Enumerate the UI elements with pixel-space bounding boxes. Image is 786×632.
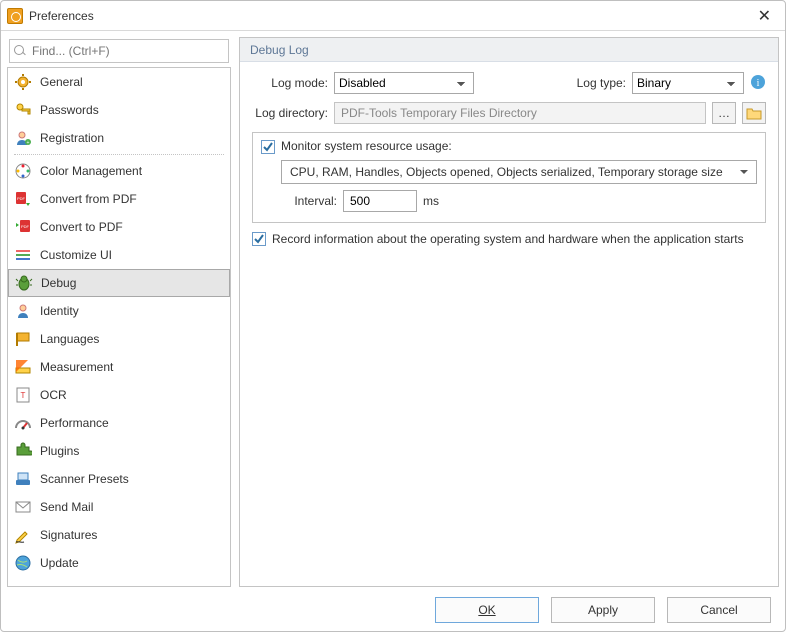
monitor-options-select[interactable]: CPU, RAM, Handles, Objects opened, Objec… [281,160,757,184]
sidebar-item-passwords[interactable]: Passwords [8,96,230,124]
sidebar-item-languages[interactable]: Languages [8,325,230,353]
monitor-group: Monitor system resource usage: CPU, RAM,… [252,132,766,223]
window-title: Preferences [29,9,752,23]
sidebar-separator [14,154,224,155]
sidebar-item-label: Scanner Presets [40,472,129,486]
sidebar-item-label: General [40,75,83,89]
open-folder-button[interactable] [742,102,766,124]
log-type-select[interactable]: Binary [632,72,744,94]
sidebar-item-label: Identity [40,304,79,318]
mail-icon [14,498,32,516]
search-icon [14,45,26,57]
svg-text:PDF: PDF [21,224,30,229]
log-directory-field: PDF-Tools Temporary Files Directory [334,102,706,124]
gear-icon [14,73,32,91]
sidebar-item-label: Passwords [40,103,99,117]
log-type-label: Log type: [577,76,626,90]
close-button[interactable]: ✕ [752,4,777,28]
interval-unit: ms [423,194,439,208]
slider-icon [14,246,32,264]
ok-button[interactable]: OK [435,597,539,623]
sidebar-item-label: OCR [40,388,67,402]
monitor-label: Monitor system resource usage: [281,139,452,153]
record-info-label: Record information about the operating s… [272,231,744,247]
sidebar-item-label: Measurement [40,360,113,374]
sidebar-item-ocr[interactable]: T OCR [8,381,230,409]
person-add-icon: + [14,129,32,147]
monitor-checkbox[interactable] [261,140,275,154]
sidebar-item-update[interactable]: Update [8,549,230,577]
sidebar-item-label: Signatures [40,528,97,542]
gauge-icon [14,414,32,432]
key-icon [14,101,32,119]
pen-icon [14,526,32,544]
record-info-checkbox[interactable] [252,232,266,246]
interval-label: Interval: [289,194,337,208]
sidebar-item-debug[interactable]: Debug [8,269,230,297]
sidebar-item-label: Performance [40,416,109,430]
sidebar-item-registration[interactable]: + Registration [8,124,230,152]
text-icon: T [14,386,32,404]
sidebar-item-label: Convert from PDF [40,192,137,206]
apply-button[interactable]: Apply [551,597,655,623]
info-icon[interactable]: i [750,74,766,93]
pdf-from-icon: PDF [14,190,32,208]
sidebar-item-label: Convert to PDF [40,220,123,234]
app-icon [7,8,23,24]
sidebar-nav: General Passwords + Registration Colo [7,67,231,587]
sidebar-item-convert-to-pdf[interactable]: PDF Convert to PDF [8,213,230,241]
sidebar-item-identity[interactable]: Identity [8,297,230,325]
svg-text:T: T [21,391,26,400]
sidebar-item-convert-from-pdf[interactable]: PDF Convert from PDF [8,185,230,213]
person-icon [14,302,32,320]
sidebar-item-label: Languages [40,332,99,346]
log-mode-select[interactable]: Disabled [334,72,474,94]
sidebar-item-label: Color Management [40,164,142,178]
svg-text:PDF: PDF [17,196,26,201]
sidebar-item-send-mail[interactable]: Send Mail [8,493,230,521]
bug-icon [15,274,33,292]
sidebar-item-label: Send Mail [40,500,93,514]
search-input[interactable] [30,43,224,59]
search-box[interactable] [9,39,229,63]
panel-title: Debug Log [240,38,778,62]
puzzle-icon [14,442,32,460]
sidebar-item-performance[interactable]: Performance [8,409,230,437]
log-mode-label: Log mode: [252,76,328,90]
sidebar-item-label: Debug [41,276,76,290]
svg-text:i: i [757,78,760,89]
flag-icon [14,330,32,348]
settings-panel: Debug Log Log mode: Disabled Log type: B… [239,37,779,587]
sidebar-item-label: Customize UI [40,248,112,262]
ruler-icon [14,358,32,376]
sidebar-item-scanner-presets[interactable]: Scanner Presets [8,465,230,493]
sidebar-item-measurement[interactable]: Measurement [8,353,230,381]
scanner-icon [14,470,32,488]
svg-text:+: + [27,140,30,146]
sidebar-item-customize-ui[interactable]: Customize UI [8,241,230,269]
sidebar-item-general[interactable]: General [8,68,230,96]
cancel-button[interactable]: Cancel [667,597,771,623]
sidebar-item-color-management[interactable]: Color Management [8,157,230,185]
sidebar-item-label: Plugins [40,444,79,458]
sidebar-item-label: Update [40,556,79,570]
palette-icon [14,162,32,180]
browse-button[interactable]: … [712,102,736,124]
globe-icon [14,554,32,572]
pdf-to-icon: PDF [14,218,32,236]
sidebar-item-signatures[interactable]: Signatures [8,521,230,549]
sidebar-item-plugins[interactable]: Plugins [8,437,230,465]
interval-input[interactable] [343,190,417,212]
sidebar-item-label: Registration [40,131,104,145]
log-directory-label: Log directory: [252,106,328,120]
